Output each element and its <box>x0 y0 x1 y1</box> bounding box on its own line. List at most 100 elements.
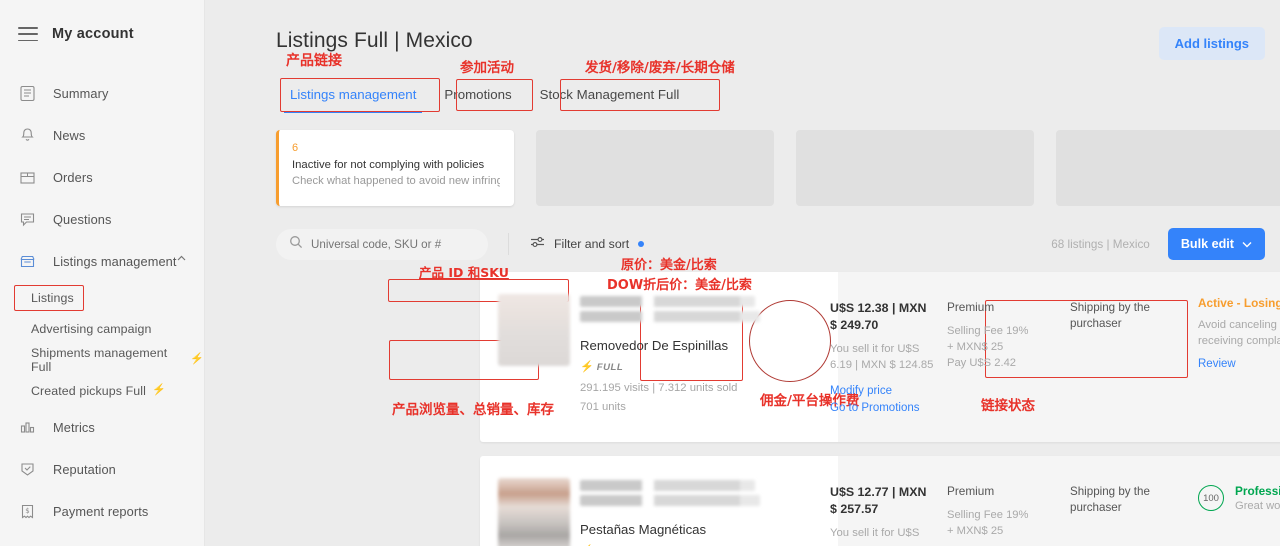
metrics-icon <box>18 418 37 437</box>
main-content: Listings Full | Mexico Add listings List… <box>205 0 1280 546</box>
sidebar-nav: Summary News Orders Questions Listings m… <box>0 72 204 546</box>
selling-fee-line: Selling Fee 19% <box>947 509 1029 521</box>
fee-plan-label: Premium <box>947 484 995 498</box>
sidebar-subitem-label: Shipments management Full <box>31 345 168 374</box>
table-row[interactable]: Pestañas Magnéticas ⚡ FULL U$S 12.77 | M… <box>480 456 1280 546</box>
product-info-cell: Removedor De Espinillas ⚡ FULL 291.195 v… <box>580 272 830 442</box>
sidebar-item-label: Payment reports <box>53 503 149 519</box>
bolt-icon: ⚡ <box>190 353 204 365</box>
product-id-redacted <box>580 296 755 307</box>
product-title[interactable]: Removedor De Espinillas <box>580 338 830 353</box>
price-net-value: You sell it for U$S 6.19 | MXN $ 124.85 <box>830 343 934 372</box>
status-description: Avoid canceling orders and/or receiving … <box>1198 319 1280 348</box>
tab-promotions[interactable]: Promotions <box>430 78 525 113</box>
toolbar-right: 68 listings | Mexico Bulk edit <box>1051 228 1265 260</box>
selling-fee-line: Selling Fee 19% <box>947 325 1029 337</box>
thumbnail-cell <box>480 272 580 442</box>
quality-subtitle: Great work. <box>1235 500 1280 512</box>
account-row[interactable]: My account <box>0 0 204 42</box>
product-visits-sold: 291.195 visits | 7.312 units sold <box>580 382 738 394</box>
notification-card-placeholder <box>796 130 1034 206</box>
store-icon <box>18 252 37 271</box>
modify-price-link[interactable]: Modify price <box>830 383 935 401</box>
bulk-edit-button[interactable]: Bulk edit <box>1167 228 1265 260</box>
svg-text:$: $ <box>25 507 29 515</box>
sidebar-item-label: Reputation <box>53 461 116 477</box>
sidebar-item-summary[interactable]: Summary <box>0 72 204 114</box>
fee-cell: Premium Selling Fee 19% + MXN$ 25 Pay U$… <box>935 272 1070 442</box>
search-icon <box>289 235 303 254</box>
table-row[interactable]: Removedor De Espinillas ⚡ FULL 291.195 v… <box>480 272 1280 442</box>
product-sku-redacted <box>580 495 760 506</box>
notification-card-placeholder <box>1056 130 1280 206</box>
listing-count-label: 68 listings | Mexico <box>1051 237 1150 251</box>
tab-bar: Listings management Promotions Stock Man… <box>276 78 693 113</box>
filter-and-sort-button[interactable]: Filter and sort <box>530 235 645 254</box>
fee-cell: Premium Selling Fee 19% + MXN$ 25 <box>935 456 1070 546</box>
full-badge-label: FULL <box>596 362 624 373</box>
sidebar-item-questions[interactable]: Questions <box>0 198 204 240</box>
bolt-icon: ⚡ <box>151 384 166 396</box>
sidebar-item-label: Questions <box>53 211 112 227</box>
chevron-up-icon[interactable] <box>175 252 188 270</box>
sidebar-item-label: Listings management <box>53 253 177 269</box>
product-info-cell: Pestañas Magnéticas ⚡ FULL <box>580 456 830 546</box>
sidebar-subitem-label: Listings <box>31 290 74 305</box>
product-thumbnail[interactable] <box>498 294 570 366</box>
sidebar-item-listings-management[interactable]: Listings management <box>0 240 204 282</box>
notification-subtitle: Check what happened to avoid new infring… <box>292 175 500 187</box>
product-title[interactable]: Pestañas Magnéticas <box>580 522 830 537</box>
sidebar-item-label: Orders <box>53 169 93 185</box>
shipping-cell: Shipping by the purchaser <box>1070 301 1150 331</box>
sidebar-item-seller-learning-center[interactable]: Seller Learning Center <box>0 532 204 546</box>
pay-fee-line: Pay U$S 2.42 <box>947 357 1017 370</box>
product-stock: 701 units <box>580 401 626 413</box>
price-net-value: You sell it for U$S <box>830 527 920 540</box>
sidebar-item-metrics[interactable]: Metrics <box>0 406 204 448</box>
product-thumbnail[interactable] <box>498 478 570 546</box>
sidebar-item-payment-reports[interactable]: $ Payment reports <box>0 490 204 532</box>
search-box[interactable] <box>276 228 488 260</box>
price-cell: U$S 12.77 | MXN $ 257.57 You sell it for… <box>830 456 935 546</box>
tab-stock-management-full[interactable]: Stock Management Full <box>526 78 694 113</box>
orders-icon <box>18 168 37 187</box>
status-cell: 100 Professional quality Great work. <box>1192 456 1280 546</box>
sidebar-item-label: Metrics <box>53 419 95 435</box>
listings-table: Removedor De Espinillas ⚡ FULL 291.195 v… <box>480 272 1280 546</box>
fixed-fee-line: + MXN$ 25 <box>947 341 1004 354</box>
notification-cards: 6 Inactive for not complying with polici… <box>276 130 1280 206</box>
go-to-promotions-link[interactable]: Go to Promotions <box>830 400 935 418</box>
page-title: Listings Full | Mexico <box>276 29 473 52</box>
notification-card-inactive[interactable]: 6 Inactive for not complying with polici… <box>276 130 514 206</box>
sidebar-item-listings[interactable]: Listings <box>0 282 204 313</box>
sidebar-item-shipments-management-full[interactable]: Shipments management Full ⚡ <box>0 344 204 375</box>
status-badge: Active - Losing exposure <box>1198 296 1280 310</box>
reputation-icon <box>18 460 37 479</box>
sidebar-item-created-pickups-full[interactable]: Created pickups Full ⚡ <box>0 375 204 406</box>
product-sku-redacted <box>580 311 760 322</box>
review-link[interactable]: Review <box>1198 356 1280 374</box>
sidebar-item-orders[interactable]: Orders <box>0 156 204 198</box>
quality-title: Professional quality <box>1235 484 1280 498</box>
sidebar-subitem-label: Advertising campaign <box>31 321 152 336</box>
fee-plan-label: Premium <box>947 300 995 314</box>
add-listings-button[interactable]: Add listings <box>1158 27 1265 60</box>
bell-icon <box>18 126 37 145</box>
page-root: My account Summary News Orders Questions <box>0 0 1280 546</box>
account-label: My account <box>52 26 134 42</box>
search-input[interactable] <box>311 237 475 251</box>
filter-icon <box>530 235 545 254</box>
price-value: U$S 12.77 | MXN $ 257.57 <box>830 485 927 516</box>
notification-card-placeholder <box>536 130 774 206</box>
tab-listings-management[interactable]: Listings management <box>276 78 430 113</box>
sidebar: My account Summary News Orders Questions <box>0 0 205 546</box>
sidebar-item-advertising-campaign[interactable]: Advertising campaign <box>0 313 204 344</box>
sidebar-item-reputation[interactable]: Reputation <box>0 448 204 490</box>
shipping-cell: Shipping by the purchaser <box>1070 485 1150 515</box>
sidebar-item-news[interactable]: News <box>0 114 204 156</box>
bulk-edit-label: Bulk edit <box>1180 237 1234 251</box>
hamburger-icon[interactable] <box>18 27 38 41</box>
payment-icon: $ <box>18 502 37 521</box>
chat-icon <box>18 210 37 229</box>
sidebar-item-label: Summary <box>53 85 109 101</box>
